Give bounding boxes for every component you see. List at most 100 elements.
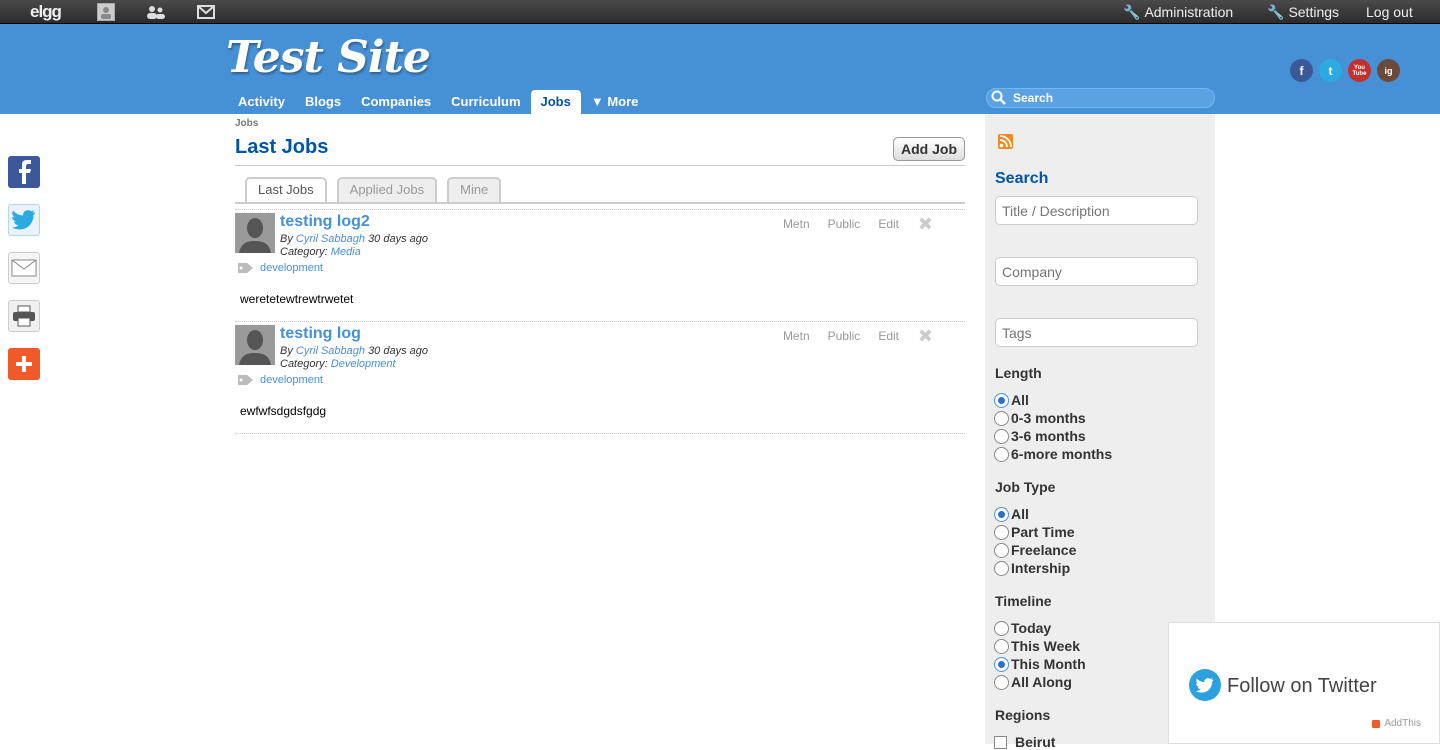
add-job-button[interactable]: Add Job — [893, 137, 965, 161]
job-access[interactable]: Public — [828, 329, 861, 343]
radio-timeline-this-week[interactable]: This Week — [994, 638, 1080, 654]
list-item: testing log2 By Cyril Sabbagh 30 days ag… — [235, 209, 965, 321]
administration-label: Administration — [1144, 4, 1234, 20]
job-tags: development — [237, 262, 323, 274]
checkbox-region-beirut[interactable]: Beirut — [994, 734, 1055, 750]
addthis-link[interactable]: AddThis — [1372, 718, 1421, 729]
radio-length-3-6[interactable]: 3-6 months — [994, 428, 1086, 444]
company-input[interactable] — [995, 257, 1198, 286]
delete-icon[interactable]: ✖ — [918, 214, 933, 235]
friends-icon[interactable] — [146, 0, 166, 24]
job-description: ewfwfsdgdsfgdg — [240, 404, 327, 418]
nav-tab-blogs[interactable]: Blogs — [295, 90, 351, 114]
email-share-icon[interactable] — [8, 252, 40, 284]
nav-tab-more[interactable]: ▼ More — [581, 90, 649, 114]
messages-icon[interactable] — [197, 0, 215, 24]
job-type-title: Job Type — [995, 479, 1056, 495]
job-access[interactable]: Public — [828, 217, 861, 231]
sidebar-search-title: Search — [995, 170, 1049, 187]
job-category: Category: Development — [280, 358, 396, 370]
twitter-share-icon[interactable] — [8, 204, 40, 236]
instagram-icon[interactable]: ig — [1377, 59, 1400, 82]
topbar: elgg 🔧 Administration 🔧 Settings Log out — [0, 0, 1440, 24]
job-byline: By Cyril Sabbagh 30 days ago — [280, 233, 428, 245]
radio-length-6-more[interactable]: 6-more months — [994, 446, 1112, 462]
job-menu: Metn Public Edit — [783, 329, 899, 343]
timeline-title: Timeline — [995, 593, 1052, 609]
twitter-icon — [1189, 669, 1221, 701]
tab-mine[interactable]: Mine — [447, 177, 502, 202]
jobs-tabs: Last Jobs Applied Jobs Mine — [245, 177, 502, 204]
site-search-input[interactable]: Search — [986, 88, 1215, 108]
addthis-icon — [1372, 719, 1381, 728]
site-title[interactable]: Test Site — [226, 32, 431, 83]
tag-link[interactable]: development — [260, 374, 323, 386]
radio-jobtype-intership[interactable]: Intership — [994, 560, 1070, 576]
tag-icon — [238, 263, 253, 273]
youtube-icon[interactable]: You Tube — [1348, 59, 1371, 82]
tag-icon — [238, 375, 253, 385]
follow-twitter-widget[interactable]: Follow on Twitter AddThis — [1168, 622, 1440, 744]
author-link[interactable]: Cyril Sabbagh — [296, 233, 365, 245]
nav-tab-companies[interactable]: Companies — [351, 90, 441, 114]
tab-last-jobs[interactable]: Last Jobs — [245, 177, 327, 204]
radio-timeline-today[interactable]: Today — [994, 620, 1051, 636]
nav-tab-activity[interactable]: Activity — [228, 90, 295, 114]
logout-link[interactable]: Log out — [1366, 0, 1413, 24]
wrench-icon: 🔧 — [1123, 3, 1141, 20]
job-title[interactable]: testing log — [280, 325, 361, 343]
share-bar — [8, 156, 40, 396]
avatar[interactable] — [235, 213, 275, 253]
job-description: weretetewtrewtrwetet — [240, 292, 354, 306]
profile-icon[interactable] — [97, 0, 115, 24]
search-placeholder: Search — [1013, 91, 1054, 105]
social-links: f t You Tube ig — [1290, 59, 1400, 82]
author-link[interactable]: Cyril Sabbagh — [296, 345, 365, 357]
facebook-share-icon[interactable] — [8, 156, 40, 188]
tab-applied-jobs[interactable]: Applied Jobs — [336, 177, 438, 202]
radio-jobtype-all[interactable]: All — [994, 506, 1029, 522]
administration-link[interactable]: 🔧 Administration — [1123, 0, 1233, 24]
elgg-logo[interactable]: elgg — [30, 0, 62, 24]
facebook-icon[interactable]: f — [1290, 59, 1313, 82]
title-description-input[interactable] — [995, 196, 1198, 225]
radio-timeline-this-month[interactable]: This Month — [994, 656, 1086, 672]
radio-jobtype-part-time[interactable]: Part Time — [994, 524, 1075, 540]
category-link[interactable]: Media — [331, 246, 361, 258]
wrench-icon: 🔧 — [1267, 3, 1285, 20]
site-header: Test Site Activity Blogs Companies Curri… — [0, 24, 1440, 114]
settings-link[interactable]: 🔧 Settings — [1267, 0, 1339, 24]
nav-tab-curriculum[interactable]: Curriculum — [441, 90, 530, 114]
follow-label: Follow on Twitter — [1227, 675, 1377, 697]
job-time: 30 days ago — [368, 233, 428, 245]
tag-link[interactable]: development — [260, 262, 323, 274]
radio-timeline-all-along[interactable]: All Along — [994, 674, 1072, 690]
job-location: Metn — [782, 217, 810, 231]
delete-icon[interactable]: ✖ — [918, 326, 933, 347]
radio-jobtype-freelance[interactable]: Freelance — [994, 542, 1076, 558]
page-title: Last Jobs — [235, 136, 329, 158]
job-title[interactable]: testing log2 — [280, 213, 370, 231]
main-nav: Activity Blogs Companies Curriculum Jobs… — [228, 90, 648, 114]
category-link[interactable]: Development — [331, 358, 396, 370]
nav-tab-jobs[interactable]: Jobs — [530, 90, 581, 114]
tags-input[interactable] — [995, 318, 1198, 347]
length-title: Length — [995, 365, 1042, 381]
avatar[interactable] — [235, 325, 275, 365]
print-share-icon[interactable] — [8, 300, 40, 332]
job-menu: Metn Public Edit — [783, 217, 899, 231]
job-tags: development — [237, 374, 323, 386]
twitter-icon[interactable]: t — [1319, 59, 1342, 82]
edit-link[interactable]: Edit — [878, 329, 899, 343]
breadcrumb[interactable]: Jobs — [235, 118, 258, 129]
job-time: 30 days ago — [368, 345, 428, 357]
radio-length-all[interactable]: All — [994, 392, 1029, 408]
rss-icon[interactable] — [998, 134, 1013, 149]
divider — [235, 433, 965, 434]
radio-length-0-3[interactable]: 0-3 months — [994, 410, 1086, 426]
search-icon — [991, 90, 1007, 111]
job-byline: By Cyril Sabbagh 30 days ago — [280, 345, 428, 357]
more-share-icon[interactable] — [8, 348, 40, 380]
regions-title: Regions — [995, 707, 1051, 723]
edit-link[interactable]: Edit — [878, 217, 899, 231]
